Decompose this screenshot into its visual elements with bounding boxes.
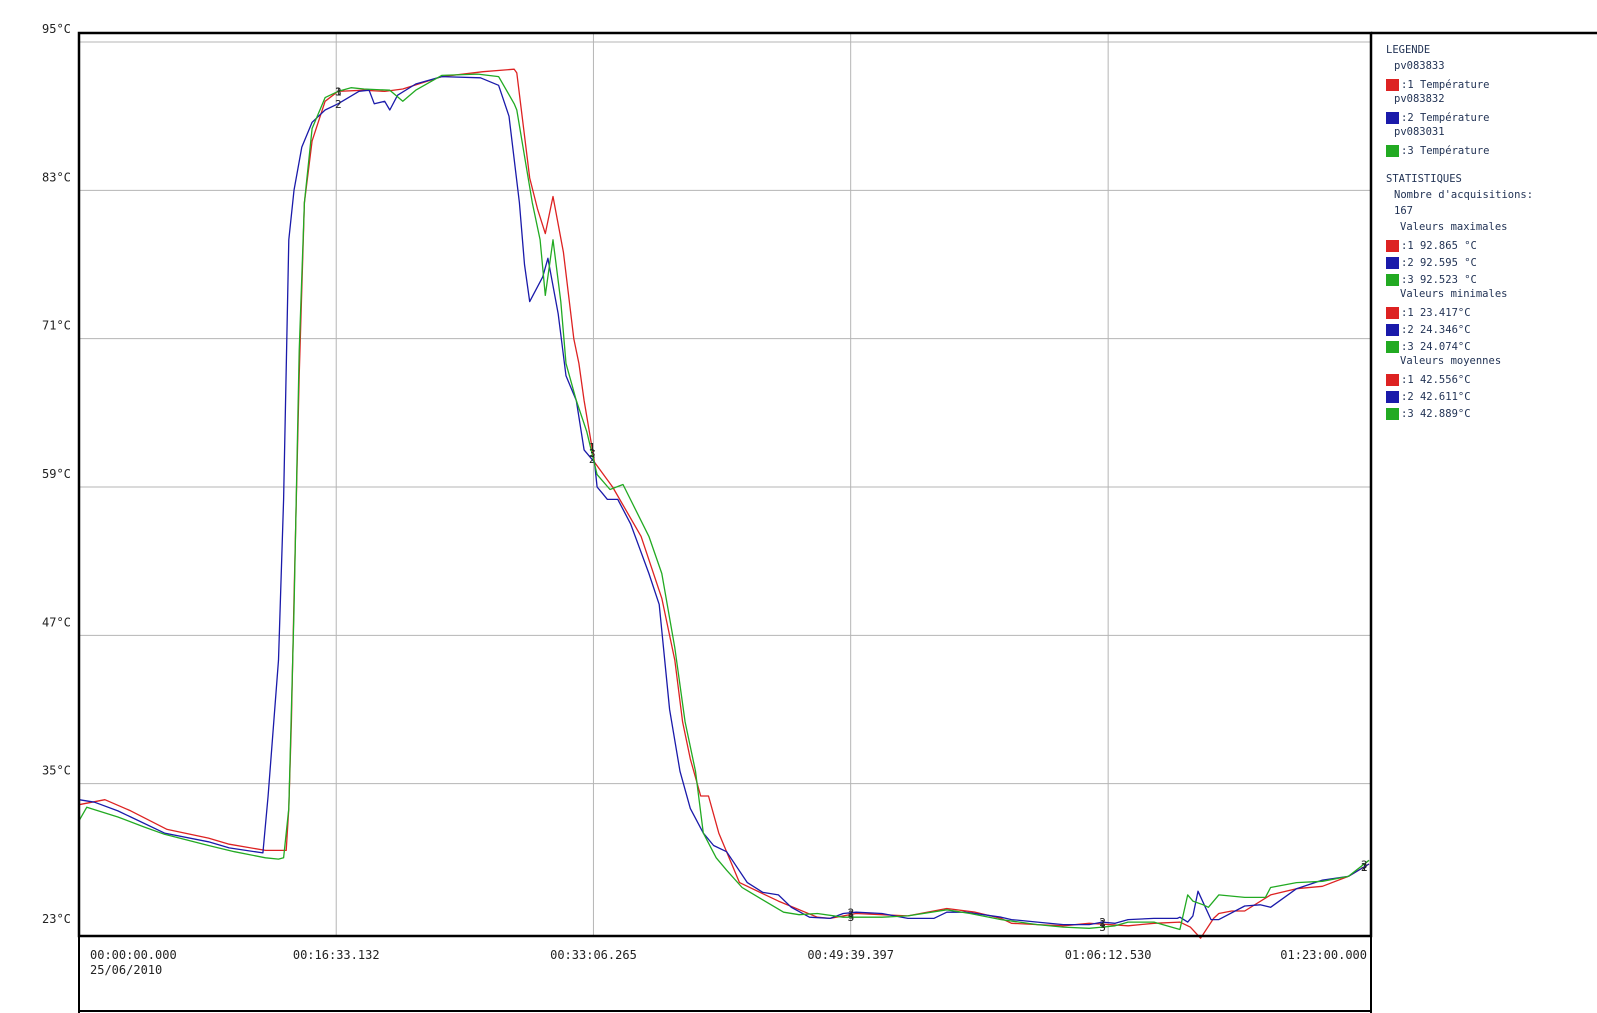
legend-source-1: pv083833 [1394, 60, 1445, 72]
stats-mean-value-2: :2 42.611°C [1401, 390, 1471, 403]
grid-lines [79, 33, 1371, 936]
plot-frame [77, 31, 1373, 938]
stats-mean-value-3: :3 42.889°C [1401, 407, 1471, 420]
legend-entry-2: :2 Température [1386, 109, 1591, 126]
y-tick-label: 83°C [42, 170, 71, 184]
stats-max-value-1: :1 92.865 °C [1401, 239, 1477, 252]
stats-count-label: Nombre d'acquisitions: [1394, 189, 1534, 201]
series-line-1 [78, 68, 1370, 939]
stats-swatch [1386, 273, 1399, 286]
legend-swatch-1 [1386, 78, 1399, 91]
legend-label-1: :1 Température [1401, 78, 1490, 91]
y-tick-label: 35°C [42, 764, 71, 778]
y-tick-label: 95°C [42, 22, 71, 36]
y-tick-label: 59°C [42, 467, 71, 481]
stats-min-value-3: :3 24.074°C [1401, 340, 1471, 353]
stats-max-value-2: :2 92.595 °C [1401, 256, 1477, 269]
stats-swatch [1386, 407, 1399, 420]
x-tick-label: 00:16:33.132 [293, 948, 380, 962]
stats-max-row-3: :3 92.523 °C [1386, 271, 1591, 288]
stats-min-row-3: :3 24.074°C [1386, 338, 1591, 355]
legend-swatch-2 [1386, 111, 1399, 124]
stats-max-row-1: :1 92.865 °C [1386, 237, 1591, 254]
temperature-chart: 95°C 83°C 71°C 59°C 47°C 35°C 23°C 00:00:00.00… [42, 22, 1597, 1013]
series-marker-3: 3 [589, 447, 596, 460]
x-tick-labels: 00:00:00.000 00:16:33.132 00:33:06.265 00:4… [90, 948, 1367, 977]
stats-swatch [1386, 390, 1399, 403]
stats-min-value-1: :1 23.417°C [1401, 306, 1471, 319]
stats-max-row-2: :2 92.595 °C [1386, 254, 1591, 271]
series-line-3 [78, 73, 1370, 931]
legend-entry-3: :3 Température [1386, 142, 1591, 159]
stats-mean-row-2: :2 42.611°C [1386, 388, 1591, 405]
stats-swatch [1386, 340, 1399, 353]
series-marker-3: 3 [335, 85, 342, 98]
x-tick-label: 00:49:39.397 [807, 948, 894, 962]
series-lines: 111112222233333 [78, 68, 1370, 939]
x-tick-label: 00:33:06.265 [550, 948, 637, 962]
stats-max-value-3: :3 92.523 °C [1401, 273, 1477, 286]
legend-source-2: pv083832 [1394, 93, 1445, 105]
series-line-2 [78, 75, 1370, 926]
stats-min-row-1: :1 23.417°C [1386, 304, 1591, 321]
stats-mean-row-3: :3 42.889°C [1386, 405, 1591, 422]
x-start-date-label: 25/06/2010 [90, 963, 162, 977]
stats-min-row-2: :2 24.346°C [1386, 321, 1591, 338]
x-tick-label: 00:00:00.000 [90, 948, 177, 962]
legend-label-2: :2 Température [1401, 111, 1490, 124]
stats-mean-value-1: :1 42.556°C [1401, 373, 1471, 386]
x-tick-label: 01:23:00.000 [1280, 948, 1367, 962]
legend-label-3: :3 Température [1401, 144, 1490, 157]
stats-max-label: Valeurs maximales [1400, 221, 1508, 233]
stats-mean-row-1: :1 42.556°C [1386, 371, 1591, 388]
legend-entry-1: :1 Température [1386, 76, 1591, 93]
series-marker-3: 3 [1099, 921, 1106, 934]
stats-swatch [1386, 306, 1399, 319]
legend-panel: LEGENDE pv083833 :1 Température pv083832… [1386, 44, 1591, 422]
stats-min-label: Valeurs minimales [1400, 288, 1508, 300]
stats-swatch [1386, 373, 1399, 386]
stats-swatch [1386, 323, 1399, 336]
y-tick-labels: 95°C 83°C 71°C 59°C 47°C 35°C 23°C [42, 22, 71, 926]
y-tick-label: 71°C [42, 319, 71, 333]
series-marker-2: 2 [335, 98, 342, 111]
series-marker-3: 3 [1361, 858, 1368, 871]
stats-count-value: 167 [1394, 205, 1413, 217]
y-tick-label: 23°C [42, 912, 71, 926]
stats-min-value-2: :2 24.346°C [1401, 323, 1471, 336]
series-marker-3: 3 [848, 911, 855, 924]
legend-title: LEGENDE [1386, 44, 1431, 56]
stats-swatch [1386, 239, 1399, 252]
y-tick-label: 47°C [42, 615, 71, 629]
stats-mean-label: Valeurs moyennes [1400, 355, 1502, 367]
stats-title: STATISTIQUES [1386, 173, 1462, 185]
stats-swatch [1386, 256, 1399, 269]
x-tick-label: 01:06:12.530 [1065, 948, 1152, 962]
legend-swatch-3 [1386, 144, 1399, 157]
legend-source-3: pv083031 [1394, 126, 1445, 138]
